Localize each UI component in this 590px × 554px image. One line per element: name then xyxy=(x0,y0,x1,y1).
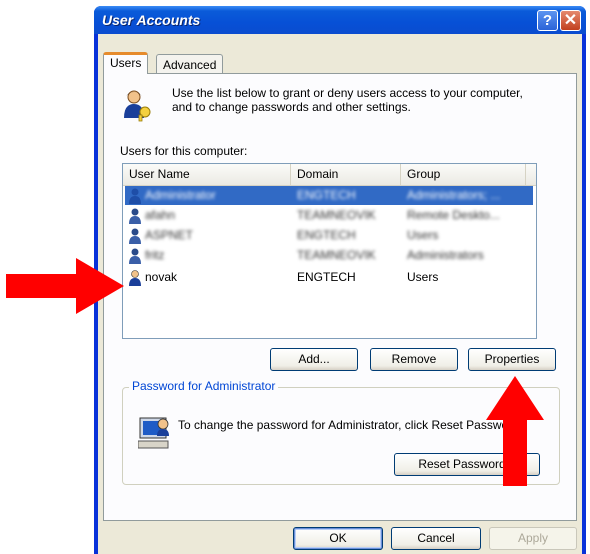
users-keys-icon xyxy=(124,90,151,122)
domain-cell: ENGTECH xyxy=(297,270,356,284)
user-account-icon xyxy=(129,228,141,244)
domain-cell: TEAMNEOVIK xyxy=(297,248,376,262)
domain-cell: ENGTECH xyxy=(297,228,356,242)
column-group[interactable]: Group xyxy=(401,164,526,185)
domain-cell: TEAMNEOVIK xyxy=(297,208,376,222)
column-domain[interactable]: Domain xyxy=(291,164,401,185)
cancel-button[interactable]: Cancel xyxy=(391,527,481,550)
users-list-label: Users for this computer: xyxy=(120,144,248,158)
user-row[interactable]: Administrator ENGTECH Administrators; ..… xyxy=(125,186,533,205)
user-row-novak[interactable]: novak ENGTECH Users xyxy=(125,268,533,287)
user-row[interactable]: afahn TEAMNEOVIK Remote Deskto... xyxy=(125,206,533,225)
red-arrow-up-icon xyxy=(486,376,544,486)
remove-user-button[interactable]: Remove xyxy=(370,348,458,371)
user-name-cell: ASPNET xyxy=(145,228,194,242)
group-cell: Users xyxy=(407,270,439,284)
apply-button[interactable]: Apply xyxy=(489,527,577,550)
users-description: Use the list below to grant or deny user… xyxy=(172,86,523,114)
properties-button[interactable]: Properties xyxy=(468,348,556,371)
user-row[interactable]: ASPNET ENGTECH Users xyxy=(125,226,533,245)
help-icon[interactable]: ? xyxy=(537,10,558,31)
red-arrow-right-icon xyxy=(6,258,124,314)
user-account-icon xyxy=(129,248,141,264)
tab-advanced[interactable]: Advanced xyxy=(156,54,224,74)
computer-password-icon xyxy=(138,417,169,449)
column-user-name[interactable]: User Name xyxy=(123,164,291,185)
add-user-button[interactable]: Add... xyxy=(270,348,358,371)
ok-button[interactable]: OK xyxy=(293,527,383,550)
close-icon[interactable]: ✕ xyxy=(560,10,581,31)
user-account-icon xyxy=(129,270,141,286)
user-name-cell: fritz xyxy=(145,248,165,262)
tab-users[interactable]: Users xyxy=(103,52,149,74)
user-account-icon xyxy=(129,188,141,204)
password-group-legend: Password for Administrator xyxy=(129,379,279,393)
window-title: User Accounts xyxy=(102,12,201,28)
group-cell: Administrators; ... xyxy=(407,188,501,202)
list-header: User Name Domain Group xyxy=(123,164,536,186)
user-account-icon xyxy=(129,208,141,224)
user-name-cell: Administrator xyxy=(145,188,216,202)
user-name-cell: novak xyxy=(145,270,178,284)
group-cell: Administrators xyxy=(407,248,484,262)
users-list[interactable]: User Name Domain Group Administrator ENG… xyxy=(122,163,537,339)
group-cell: Remote Deskto... xyxy=(407,208,500,222)
title-bar[interactable]: User Accounts ? ✕ xyxy=(94,6,586,34)
user-name-cell: afahn xyxy=(145,208,176,222)
domain-cell: ENGTECH xyxy=(297,188,356,202)
group-cell: Users xyxy=(407,228,439,242)
user-row[interactable]: fritz TEAMNEOVIK Administrators xyxy=(125,246,533,265)
